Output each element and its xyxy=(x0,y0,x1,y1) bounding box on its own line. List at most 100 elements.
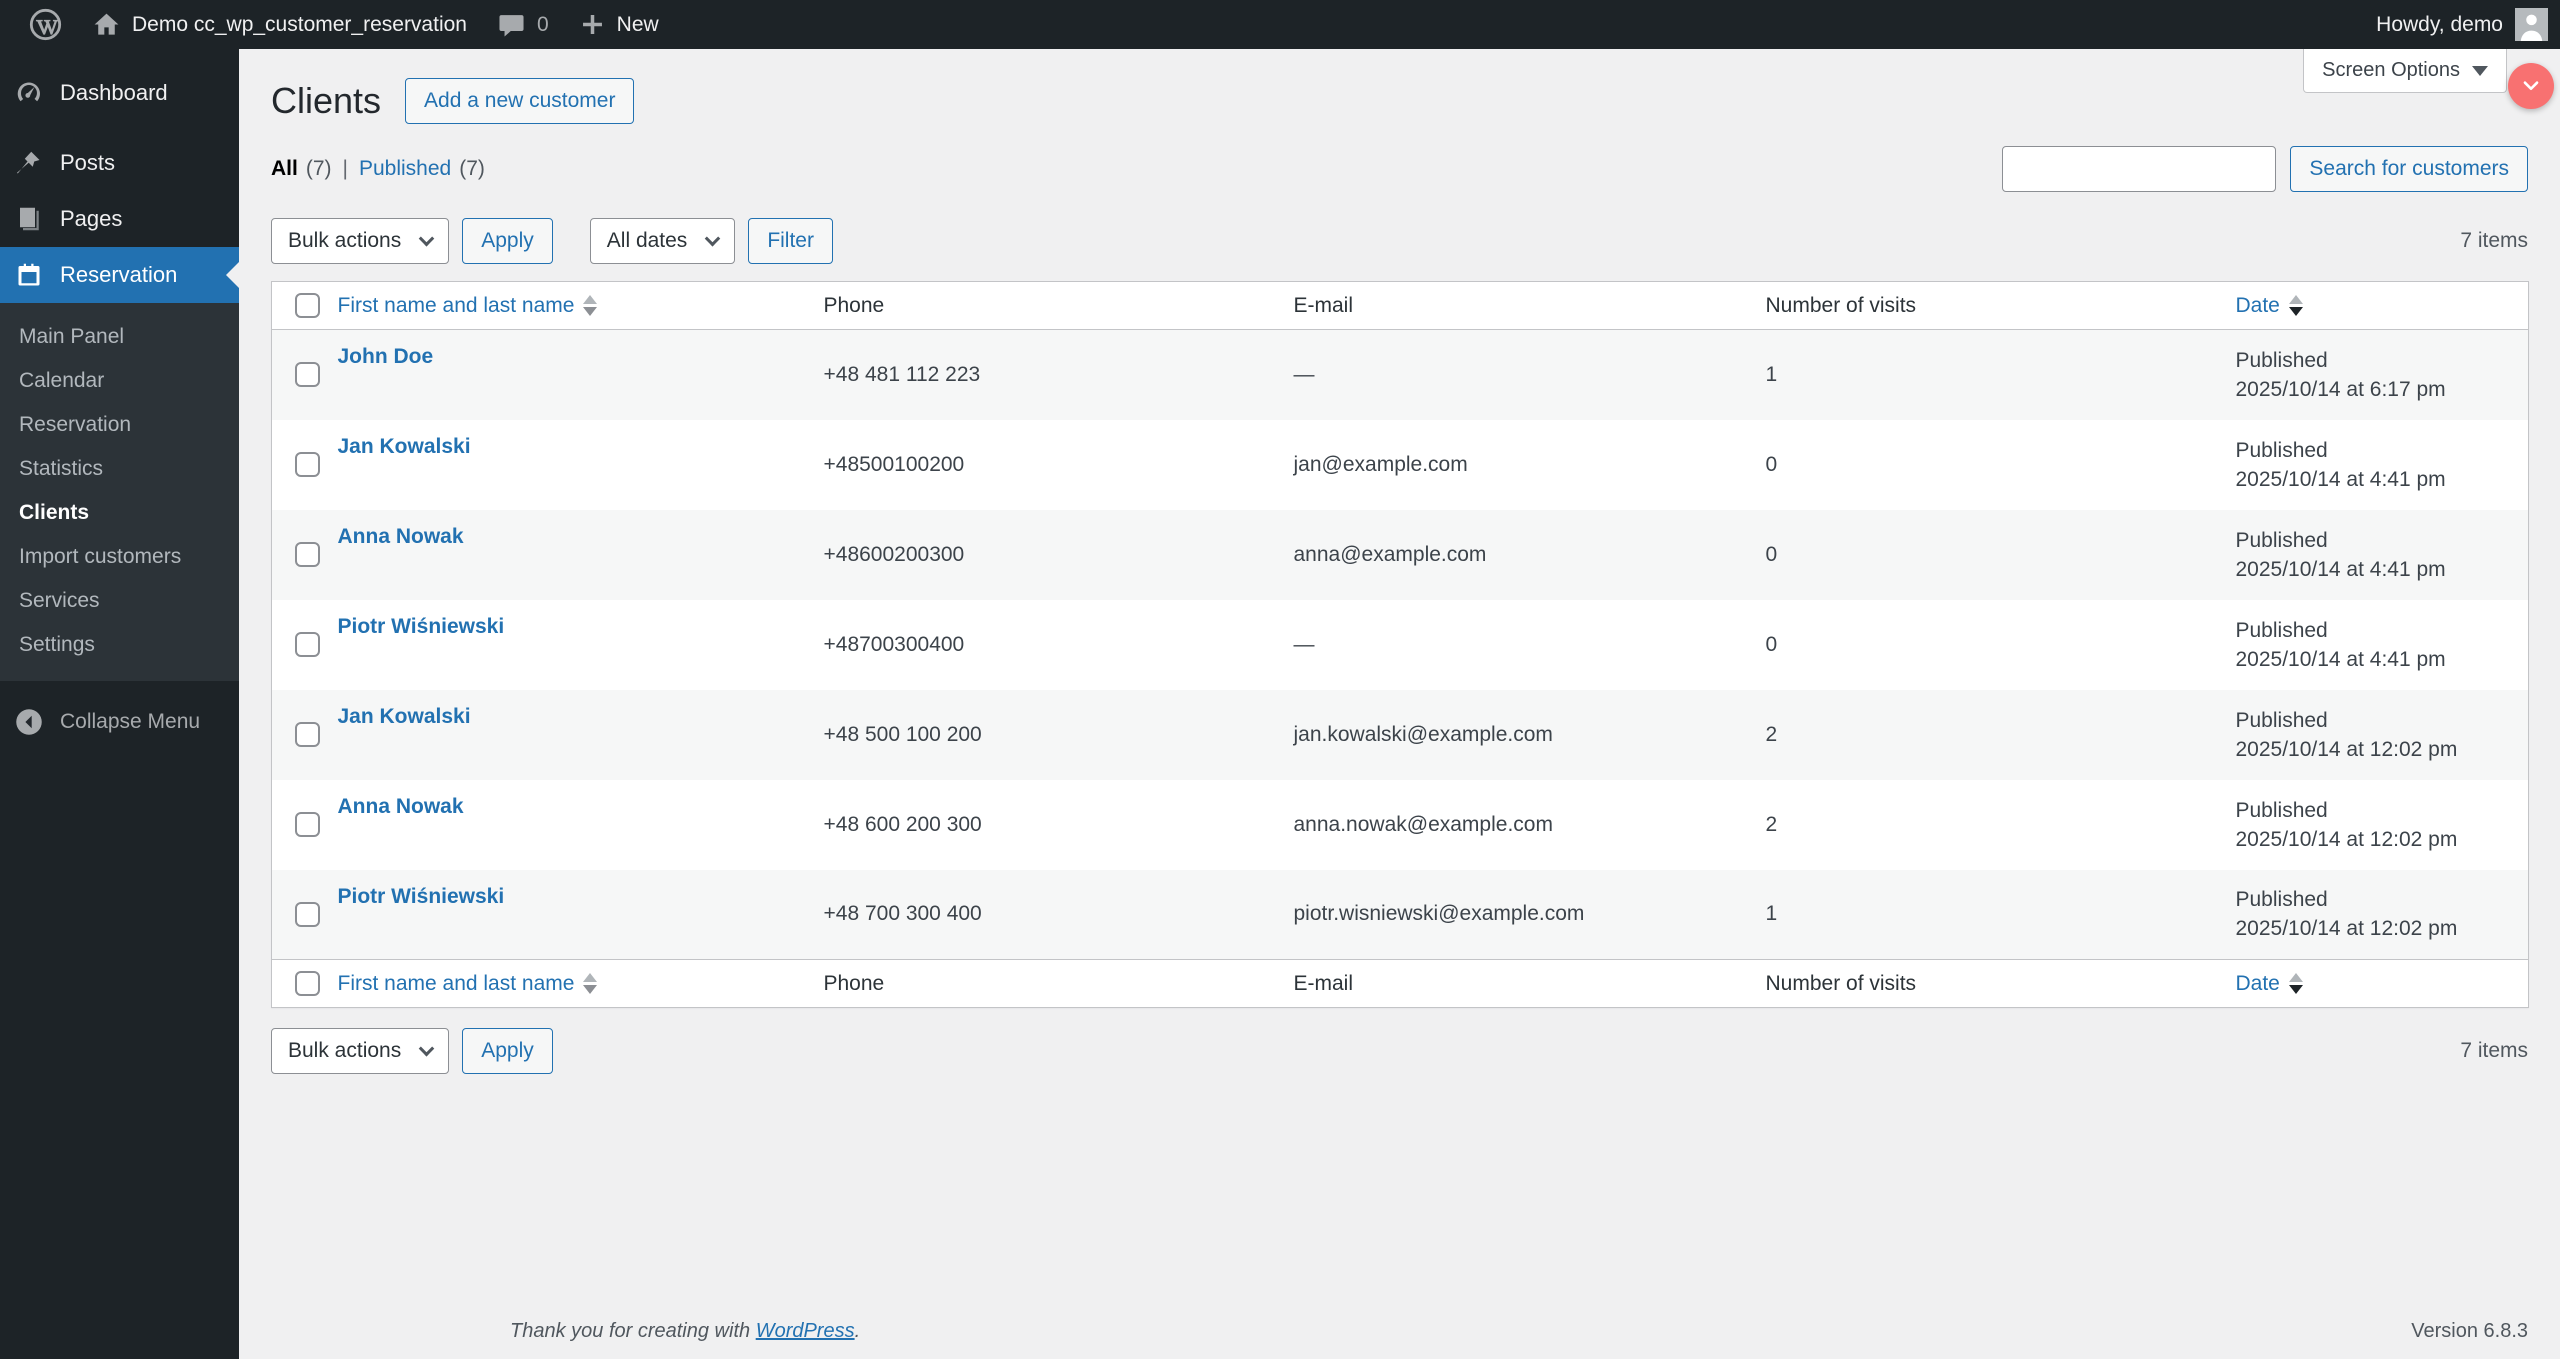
sidebar-item-dashboard[interactable]: Dashboard xyxy=(0,65,239,121)
sort-by-date-link[interactable]: Date xyxy=(2236,972,2303,996)
apply-button[interactable]: Apply xyxy=(462,218,553,264)
submenu-item-import-customers[interactable]: Import customers xyxy=(0,535,239,579)
client-date: Published 2025/10/14 at 4:41 pm xyxy=(2226,600,2529,690)
comments-button[interactable]: 0 xyxy=(482,0,564,49)
page-title: Clients xyxy=(271,80,382,121)
avatar xyxy=(2515,8,2548,41)
client-name-link[interactable]: John Doe xyxy=(338,345,434,368)
chevron-down-icon xyxy=(2523,81,2539,91)
items-count: 7 items xyxy=(2460,1039,2528,1062)
column-header-name: First name and last name xyxy=(337,971,575,995)
user-silhouette-icon xyxy=(2515,8,2548,41)
sort-arrows-icon xyxy=(2288,973,2303,994)
table-row: Jan Kowalski +48 500 100 200 jan.kowalsk… xyxy=(271,689,2529,780)
sort-by-name-link[interactable]: First name and last name xyxy=(338,972,598,996)
bulk-actions-value: Bulk actions xyxy=(288,1039,402,1062)
sidebar-item-label: Posts xyxy=(60,150,116,175)
floating-chevron-button[interactable] xyxy=(2508,63,2554,109)
row-checkbox[interactable] xyxy=(295,812,320,837)
sort-by-name-link[interactable]: First name and last name xyxy=(338,294,598,318)
submenu-item-reservation[interactable]: Reservation xyxy=(0,403,239,447)
publish-status: Published xyxy=(2235,618,2328,642)
client-name-link[interactable]: Anna Nowak xyxy=(338,795,464,818)
search-for-customers-button[interactable]: Search for customers xyxy=(2290,146,2528,192)
wordpress-logo-icon xyxy=(29,8,62,41)
client-email: anna@example.com xyxy=(1293,542,1487,566)
client-name-link[interactable]: Jan Kowalski xyxy=(338,705,471,728)
publish-date: 2025/10/14 at 12:02 pm xyxy=(2235,737,2458,761)
sidebar-item-posts[interactable]: Posts xyxy=(0,135,239,191)
search-input[interactable] xyxy=(2002,146,2277,192)
filter-button[interactable]: Filter xyxy=(748,218,833,264)
submenu-item-services[interactable]: Services xyxy=(0,579,239,623)
site-link[interactable]: Demo cc_wp_customer_reservation xyxy=(77,0,482,49)
apply-button[interactable]: Apply xyxy=(462,1028,553,1074)
sidebar-item-reservation[interactable]: Reservation xyxy=(0,247,239,303)
submenu-item-calendar[interactable]: Calendar xyxy=(0,359,239,403)
add-new-customer-button[interactable]: Add a new customer xyxy=(405,78,635,124)
comments-count: 0 xyxy=(536,12,549,36)
row-checkbox[interactable] xyxy=(295,542,320,567)
publish-status: Published xyxy=(2235,888,2328,912)
column-header-name: First name and last name xyxy=(337,293,575,317)
sidebar-item-pages[interactable]: Pages xyxy=(0,191,239,247)
content-area: Screen Options Clients Add a new custome… xyxy=(239,49,2560,1359)
publish-status: Published xyxy=(2235,798,2328,822)
sort-by-date-link[interactable]: Date xyxy=(2236,294,2303,318)
submenu-item-clients[interactable]: Clients xyxy=(0,491,239,535)
bulk-actions-select[interactable]: Bulk actions xyxy=(271,1028,450,1074)
submenu-item-statistics[interactable]: Statistics xyxy=(0,447,239,491)
pushpin-icon xyxy=(17,151,40,174)
new-content-button[interactable]: New xyxy=(564,0,674,49)
new-label: New xyxy=(616,12,659,36)
screen-options-arrow-icon xyxy=(2472,65,2488,76)
client-name-link[interactable]: Anna Nowak xyxy=(338,525,464,548)
collapse-menu-button[interactable]: Collapse Menu xyxy=(0,691,239,753)
client-visits: 0 xyxy=(1765,452,1778,476)
publish-date: 2025/10/14 at 6:17 pm xyxy=(2235,377,2446,401)
client-phone: +48600200300 xyxy=(823,542,965,566)
publish-date: 2025/10/14 at 4:41 pm xyxy=(2235,647,2446,671)
screen-options-button[interactable]: Screen Options xyxy=(2303,49,2507,93)
client-name-link[interactable]: Piotr Wiśniewski xyxy=(338,885,505,908)
client-date: Published 2025/10/14 at 12:02 pm xyxy=(2226,870,2529,960)
admin-footer: Thank you for creating with WordPress. V… xyxy=(510,1320,2528,1343)
column-header-visits: Number of visits xyxy=(1765,971,1917,995)
row-checkbox[interactable] xyxy=(295,901,320,927)
select-all-checkbox[interactable] xyxy=(295,971,320,996)
client-name-link[interactable]: Jan Kowalski xyxy=(338,435,471,458)
client-visits: 2 xyxy=(1765,812,1778,836)
my-account-button[interactable]: Howdy, demo xyxy=(2376,0,2560,49)
row-checkbox[interactable] xyxy=(295,632,320,657)
submenu-item-settings[interactable]: Settings xyxy=(0,623,239,667)
submenu-item-main-panel[interactable]: Main Panel xyxy=(0,315,239,359)
table-row: John Doe +48 481 112 223 — 1 Published 20… xyxy=(271,329,2529,420)
column-header-date: Date xyxy=(2235,971,2280,995)
row-checkbox[interactable] xyxy=(295,452,320,477)
collapse-arrow-icon xyxy=(16,709,42,735)
screen-options-label: Screen Options xyxy=(2322,59,2460,81)
reservation-submenu: Main Panel Calendar Reservation Statisti… xyxy=(0,303,239,681)
client-email: — xyxy=(1293,362,1315,386)
bulk-actions-select[interactable]: Bulk actions xyxy=(271,218,450,264)
select-all-checkbox[interactable] xyxy=(295,293,320,318)
pages-icon xyxy=(20,207,39,231)
client-email: — xyxy=(1293,632,1315,656)
dates-filter-select[interactable]: All dates xyxy=(589,218,736,264)
sidebar-item-label: Dashboard xyxy=(60,80,168,105)
client-phone: +48700300400 xyxy=(823,632,965,656)
row-checkbox[interactable] xyxy=(295,722,320,747)
dates-filter-value: All dates xyxy=(606,229,688,252)
publish-status: Published xyxy=(2235,528,2328,552)
row-checkbox[interactable] xyxy=(295,362,320,388)
view-published-link[interactable]: Published xyxy=(359,157,451,181)
client-email: piotr.wisniewski@example.com xyxy=(1293,902,1585,926)
client-name-link[interactable]: Piotr Wiśniewski xyxy=(338,615,505,638)
plus-icon xyxy=(582,15,602,34)
view-filters: All (7) | Published (7) xyxy=(271,157,485,181)
wordpress-menu-button[interactable] xyxy=(14,0,77,49)
client-date: Published 2025/10/14 at 4:41 pm xyxy=(2226,510,2529,600)
client-date: Published 2025/10/14 at 12:02 pm xyxy=(2226,780,2529,870)
wordpress-link[interactable]: WordPress xyxy=(756,1320,855,1342)
view-all-link[interactable]: All xyxy=(271,157,298,181)
